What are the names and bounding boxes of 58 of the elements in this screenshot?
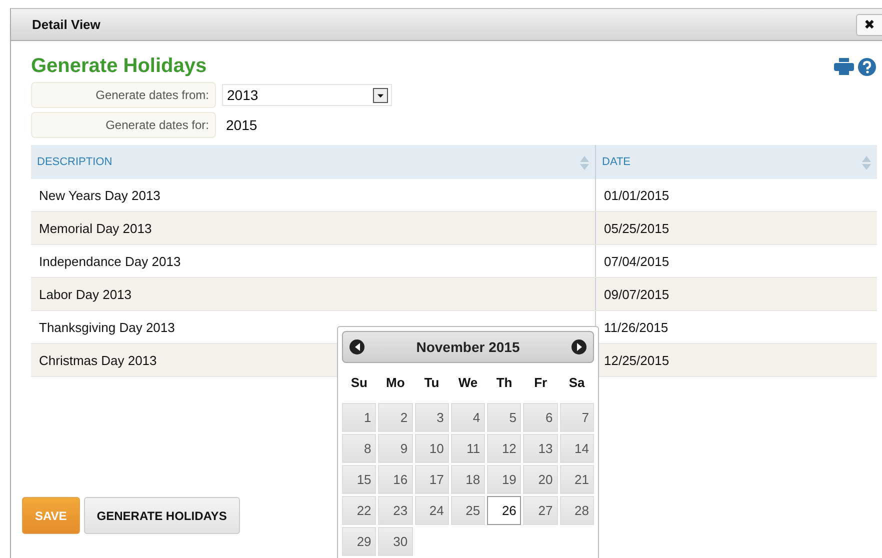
field-value: 2015 (225, 117, 258, 133)
day-cell[interactable]: 14 (560, 434, 594, 463)
field-label: Generate dates for: (31, 112, 216, 138)
next-month-icon[interactable] (570, 339, 587, 355)
window-title: Detail View (32, 17, 100, 32)
day-cell[interactable]: 13 (523, 434, 558, 463)
day-cell[interactable]: 24 (414, 496, 449, 525)
day-cell[interactable]: 16 (378, 465, 413, 494)
table-cell: Labor Day 2013 (31, 278, 596, 310)
day-cell[interactable]: 5 (487, 403, 522, 432)
day-cell[interactable]: 11 (450, 434, 486, 463)
weekday-label: Su (350, 374, 368, 392)
day-cell[interactable]: 26 (487, 496, 522, 525)
weekday-label: Tu (423, 374, 440, 392)
help-icon[interactable] (858, 58, 876, 76)
page-heading: Generate Holidays (31, 55, 207, 78)
weekday-label: We (457, 374, 479, 392)
day-cell[interactable]: 9 (378, 434, 413, 463)
day-cell[interactable]: 21 (560, 465, 594, 494)
close-button[interactable]: ✖ (856, 14, 882, 36)
day-cell[interactable]: 23 (378, 496, 413, 525)
year-dropdown[interactable]: 2013 (222, 84, 392, 106)
column-header[interactable]: DESCRIPTION (31, 145, 596, 179)
weekday-label: Th (495, 374, 514, 392)
day-cell[interactable]: 7 (560, 403, 594, 432)
sort-icon (862, 156, 871, 170)
day-cell[interactable]: 29 (342, 527, 376, 556)
column-header[interactable]: DATE (596, 145, 877, 179)
previous-month-icon[interactable] (349, 339, 365, 355)
weekday-label: Sa (568, 374, 586, 392)
day-cell[interactable]: 6 (523, 403, 558, 432)
day-cell[interactable]: 20 (523, 465, 558, 494)
field-label: Generate dates from: (31, 82, 216, 108)
table-cell: 09/07/2015 (596, 278, 877, 310)
weekday-label: Mo (385, 374, 406, 392)
weekday-label: Fr (533, 374, 548, 392)
day-cell[interactable]: 4 (450, 403, 486, 432)
day-cell[interactable]: 1 (342, 403, 376, 432)
generate-button[interactable]: GENERATE HOLIDAYS (84, 497, 240, 534)
day-cell[interactable]: 3 (414, 403, 449, 432)
day-cell[interactable]: 28 (560, 496, 594, 525)
day-cell[interactable]: 2 (378, 403, 413, 432)
day-cell[interactable]: 30 (378, 527, 413, 556)
day-cell[interactable]: 19 (487, 465, 522, 494)
day-cell[interactable]: 10 (414, 434, 449, 463)
table-cell: 05/25/2015 (596, 212, 877, 244)
day-cell[interactable]: 22 (342, 496, 376, 525)
sort-icon (580, 156, 589, 170)
print-icon[interactable] (834, 58, 854, 75)
table-cell: Memorial Day 2013 (31, 212, 596, 244)
day-cell[interactable]: 17 (414, 465, 449, 494)
day-cell[interactable]: 12 (487, 434, 522, 463)
day-cell[interactable]: 27 (523, 496, 558, 525)
day-cell[interactable]: 18 (450, 465, 486, 494)
day-cell[interactable]: 8 (342, 434, 376, 463)
caret-icon (373, 88, 388, 102)
day-cell[interactable]: 15 (342, 465, 376, 494)
day-cell[interactable]: 25 (450, 496, 486, 525)
